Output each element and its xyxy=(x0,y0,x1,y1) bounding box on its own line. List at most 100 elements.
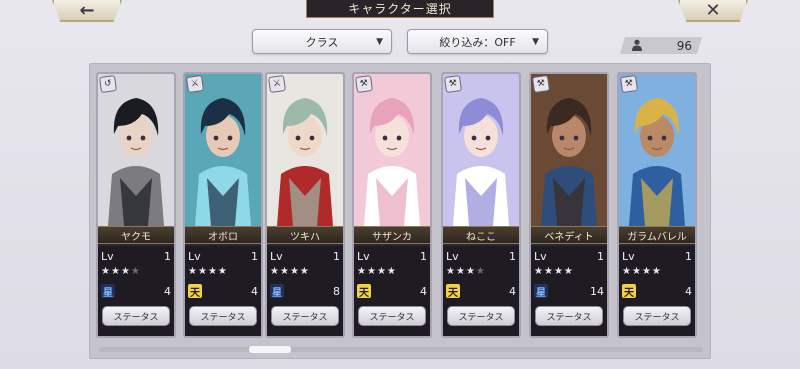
rarity-star-icon: ★ xyxy=(543,266,554,277)
rarity-star-icon: ★ xyxy=(446,266,456,277)
level-label: Lv xyxy=(357,250,370,263)
character-portrait xyxy=(354,74,430,226)
status-button[interactable]: ステータス xyxy=(358,306,426,326)
character-portrait xyxy=(267,74,343,226)
rarity-star-icon: ★ xyxy=(651,266,662,277)
axe-icon: ⚒ xyxy=(531,74,551,94)
rarity-star-icon: ★ xyxy=(110,266,121,277)
rank-count: 4 xyxy=(164,284,171,298)
status-button[interactable]: ステータス xyxy=(189,306,257,326)
character-stats: Lv 1 ★★★★ 天 4 ステータス xyxy=(354,246,430,336)
character-name: サザンカ xyxy=(354,226,430,244)
rank-count: 4 xyxy=(420,284,427,298)
rarity-star-icon: ★ xyxy=(357,266,367,277)
character-name: オボロ xyxy=(185,226,261,244)
rarity-star-icon: ★ xyxy=(641,266,652,277)
character-card[interactable]: ⚒ サザンカ Lv 1 ★★★★ 天 4 ステータス xyxy=(352,72,432,338)
scrollbar-thumb[interactable] xyxy=(249,346,291,353)
status-button[interactable]: ステータス xyxy=(535,306,603,326)
character-stats: Lv 1 ★★★★ 天 4 ステータス xyxy=(443,246,519,336)
level-label: Lv xyxy=(188,250,201,263)
level-value: 1 xyxy=(333,250,340,263)
arrow-left-icon: ← xyxy=(79,0,95,21)
axe-icon: ⚒ xyxy=(619,74,639,94)
character-name: ねここ xyxy=(443,226,519,244)
class-dropdown-label: クラス xyxy=(305,35,339,49)
character-stats: Lv 1 ★★★★ 星 8 ステータス xyxy=(267,246,343,336)
rank-icon: 天 xyxy=(357,284,371,299)
rank-icon: 天 xyxy=(446,284,460,299)
level-label: Lv xyxy=(446,250,459,263)
character-portrait xyxy=(531,74,607,226)
character-stats: Lv 1 ★★★★ 星 14 ステータス xyxy=(531,246,607,336)
class-dropdown[interactable]: クラス ▼ xyxy=(252,29,392,54)
rarity-stars: ★★★★ xyxy=(357,266,397,278)
rank-icon: 天 xyxy=(622,284,636,299)
character-card[interactable]: ↺ ヤクモ Lv 1 ★★★★ 星 4 ステータス xyxy=(96,72,176,338)
rarity-star-icon: ★ xyxy=(299,266,310,277)
character-name: ベネディト xyxy=(531,226,607,244)
rank-count: 4 xyxy=(251,284,258,298)
character-portrait xyxy=(185,74,261,226)
rarity-star-icon: ★ xyxy=(188,266,198,277)
level-value: 1 xyxy=(251,250,258,263)
rarity-star-icon: ★ xyxy=(197,266,208,277)
rank-row: 天 4 xyxy=(188,284,258,299)
character-stats: Lv 1 ★★★★ 天 4 ステータス xyxy=(619,246,695,336)
rank-row: 星 8 xyxy=(270,284,340,299)
level-row: Lv 1 xyxy=(270,250,340,263)
level-row: Lv 1 xyxy=(101,250,171,263)
rarity-star-icon: ★ xyxy=(366,266,377,277)
character-card[interactable]: ⚔ オボロ Lv 1 ★★★★ 天 4 ステータス xyxy=(183,72,263,338)
level-row: Lv 1 xyxy=(357,250,427,263)
character-portrait xyxy=(98,74,174,226)
close-button[interactable]: ✕ xyxy=(678,0,748,22)
rarity-star-icon: ★ xyxy=(465,266,476,277)
rank-row: 天 4 xyxy=(357,284,427,299)
rarity-star-icon: ★ xyxy=(270,266,280,277)
level-value: 1 xyxy=(164,250,171,263)
rank-row: 星 14 xyxy=(534,284,604,299)
scrollbar-track[interactable] xyxy=(99,347,703,352)
chevron-down-icon: ▼ xyxy=(532,36,539,47)
level-label: Lv xyxy=(622,250,635,263)
level-row: Lv 1 xyxy=(446,250,516,263)
level-row: Lv 1 xyxy=(534,250,604,263)
rarity-star-icon: ★ xyxy=(217,266,228,277)
status-button[interactable]: ステータス xyxy=(447,306,515,326)
level-row: Lv 1 xyxy=(622,250,692,263)
rank-row: 天 4 xyxy=(622,284,692,299)
rank-icon: 星 xyxy=(101,284,115,299)
chevron-down-icon: ▼ xyxy=(376,36,383,47)
rarity-star-icon: ★ xyxy=(475,266,486,277)
character-card[interactable]: ⚒ ガラムバレル Lv 1 ★★★★ 天 4 ステータス xyxy=(617,72,697,338)
character-stats: Lv 1 ★★★★ 天 4 ステータス xyxy=(185,246,261,336)
axe-icon: ⚒ xyxy=(443,74,463,94)
character-card[interactable]: ⚒ ベネディト Lv 1 ★★★★ 星 14 ステータス xyxy=(529,72,609,338)
status-button[interactable]: ステータス xyxy=(102,306,170,326)
close-icon: ✕ xyxy=(705,0,721,21)
character-portrait xyxy=(619,74,695,226)
character-card[interactable]: ⚔ ツキハ Lv 1 ★★★★ 星 8 ステータス xyxy=(265,72,345,338)
level-value: 1 xyxy=(685,250,692,263)
rarity-star-icon: ★ xyxy=(553,266,564,277)
back-button[interactable]: ← xyxy=(52,0,122,22)
rarity-star-icon: ★ xyxy=(376,266,387,277)
character-card[interactable]: ⚒ ねここ Lv 1 ★★★★ 天 4 ステータス xyxy=(441,72,521,338)
filter-dropdown[interactable]: 絞り込み：OFF ▼ xyxy=(407,29,548,54)
rank-count: 8 xyxy=(333,284,340,298)
status-button[interactable]: ステータス xyxy=(271,306,339,326)
level-value: 1 xyxy=(420,250,427,263)
level-row: Lv 1 xyxy=(188,250,258,263)
owned-count-value: 96 xyxy=(676,38,692,53)
rank-count: 4 xyxy=(509,284,516,298)
level-value: 1 xyxy=(509,250,516,263)
axe-icon: ⚒ xyxy=(354,74,374,94)
rarity-stars: ★★★★ xyxy=(622,266,662,278)
character-name: ヤクモ xyxy=(98,226,174,244)
rarity-star-icon: ★ xyxy=(130,266,141,277)
rarity-star-icon: ★ xyxy=(207,266,218,277)
rank-icon: 天 xyxy=(188,284,202,299)
status-button[interactable]: ステータス xyxy=(623,306,691,326)
level-value: 1 xyxy=(597,250,604,263)
